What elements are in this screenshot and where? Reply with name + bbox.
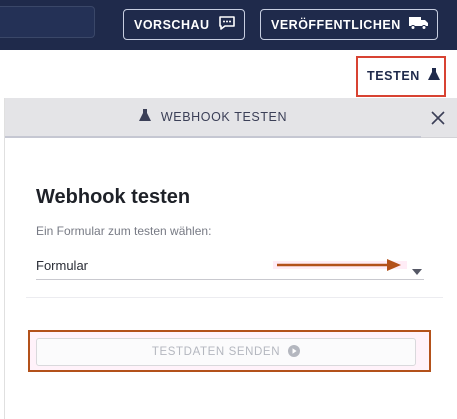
- tab-webhook-testen[interactable]: WEBHOOK TESTEN: [5, 98, 421, 138]
- page-title: Webhook testen: [36, 186, 191, 208]
- webhook-test-panel: WEBHOOK TESTEN Webhook testen Ein Formul…: [4, 98, 457, 419]
- top-bar-field[interactable]: [0, 6, 95, 38]
- send-test-data-button[interactable]: TESTDATEN SENDEN: [36, 338, 416, 366]
- tab-label: WEBHOOK TESTEN: [160, 110, 288, 124]
- preview-button[interactable]: VORSCHAU: [123, 9, 245, 40]
- chevron-down-icon[interactable]: [412, 262, 422, 280]
- publish-button-label: VERÖFFENTLICHEN: [271, 17, 401, 32]
- truck-icon: [408, 16, 429, 33]
- annotation-arrow: [273, 258, 407, 277]
- form-select-label: Ein Formular zum testen wählen:: [36, 224, 212, 238]
- comment-preview-icon: [218, 15, 236, 34]
- form-select-value: Formular: [36, 258, 89, 273]
- flask-icon: [427, 68, 440, 84]
- panel-header: WEBHOOK TESTEN: [5, 98, 457, 138]
- flask-icon: [138, 109, 151, 125]
- testen-link[interactable]: TESTEN: [367, 68, 440, 84]
- send-button-label: TESTDATEN SENDEN: [151, 346, 281, 358]
- testen-label: TESTEN: [367, 69, 420, 83]
- publish-button[interactable]: VERÖFFENTLICHEN: [260, 9, 438, 40]
- top-bar: VORSCHAU VERÖFFENTLICHEN: [0, 0, 457, 50]
- preview-button-label: VORSCHAU: [134, 17, 210, 32]
- close-icon[interactable]: [428, 108, 448, 128]
- divider: [26, 297, 443, 298]
- play-circle-icon: [288, 344, 301, 360]
